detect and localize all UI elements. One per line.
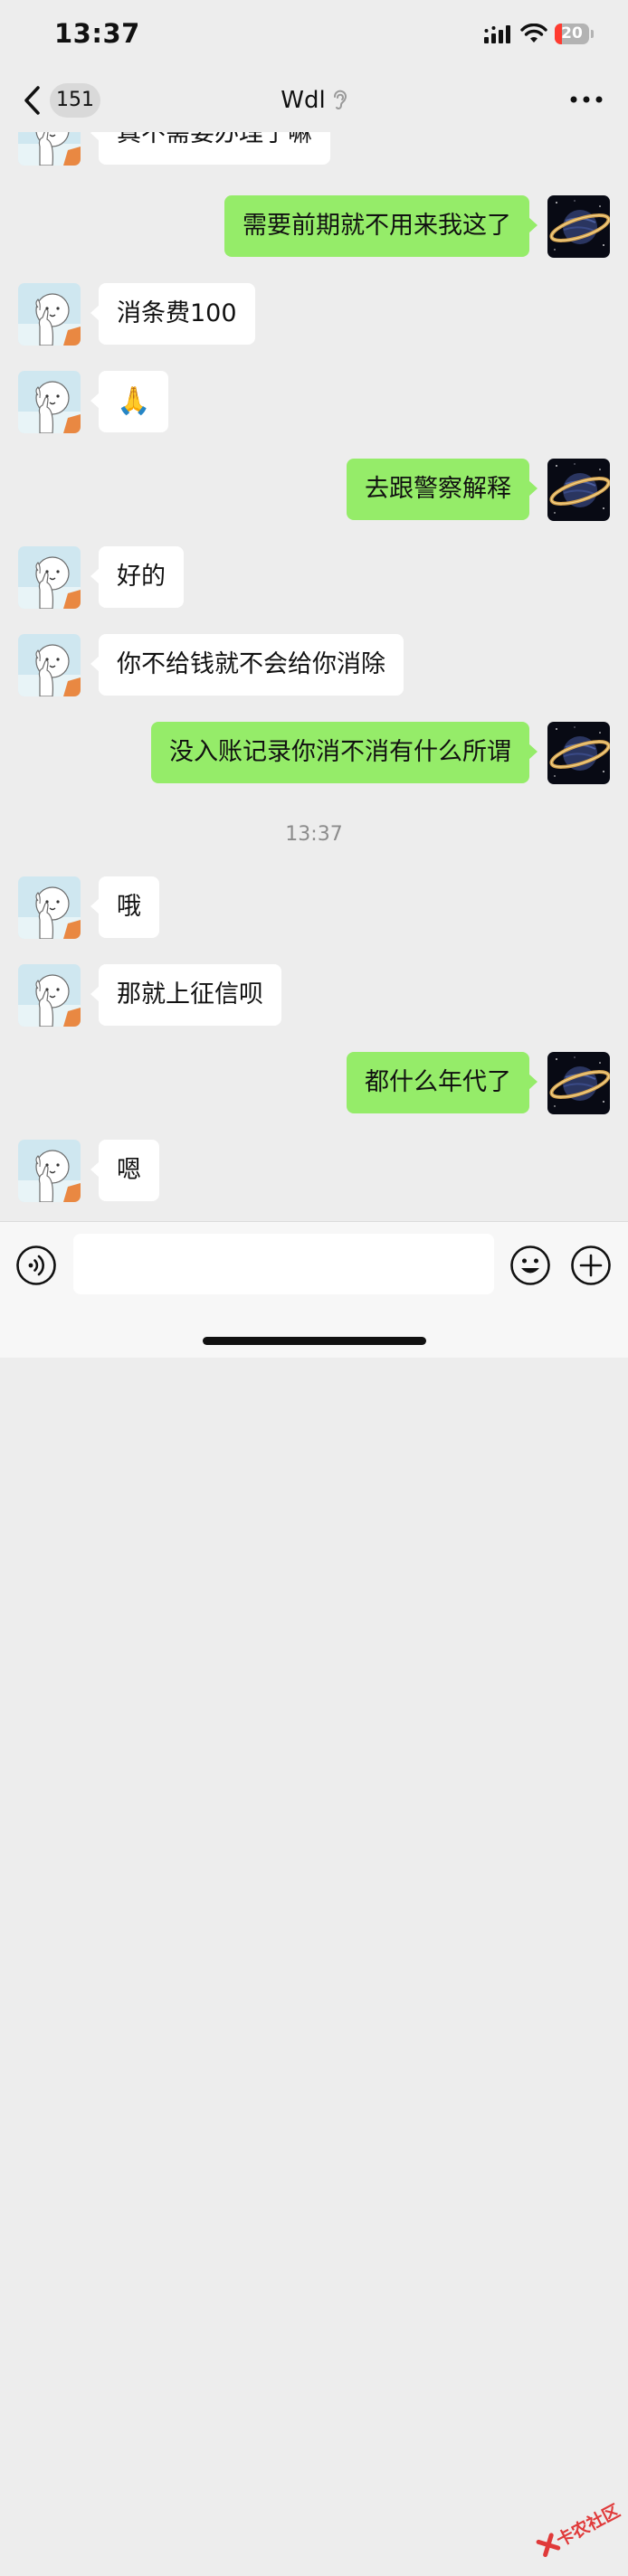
incoming-message-bubble[interactable]: 那就上征信呗 (90, 964, 281, 1026)
incoming-message-bubble[interactable]: 嗯 (90, 1140, 159, 1201)
ear-icon (333, 90, 347, 109)
message-row: 消条费100 (0, 283, 628, 346)
contact-avatar[interactable] (18, 634, 81, 696)
message-text: 都什么年代了 (365, 1068, 511, 1096)
my-avatar[interactable] (547, 1052, 610, 1114)
message-row: 去跟警察解释 (0, 459, 628, 522)
message-text: 需要前期就不用来我这了 (243, 212, 511, 240)
contact-avatar[interactable] (18, 283, 81, 346)
watermark-logo: 卡农社区 (528, 2487, 628, 2576)
message-row: 好的 (0, 546, 628, 610)
outgoing-message-bubble[interactable]: 没入账记录你消不消有什么所谓 (151, 722, 538, 783)
plus-circle-icon[interactable] (570, 1245, 612, 1286)
contact-avatar[interactable] (18, 964, 81, 1027)
my-avatar[interactable] (547, 195, 610, 258)
status-time: 13:37 (54, 18, 140, 49)
chat-title: Wdl (281, 87, 326, 114)
more-dots-icon[interactable] (568, 85, 604, 114)
my-avatar[interactable] (547, 459, 610, 521)
message-row: 你不给钱就不会给你消除 (0, 634, 628, 697)
chevron-left-icon[interactable] (22, 85, 43, 116)
watermark-text: 卡农社区 (553, 2500, 623, 2552)
message-row: 真不需要办理了嘛 (0, 132, 628, 166)
incoming-message-bubble[interactable]: 真不需要办理了嘛 (90, 132, 330, 165)
incoming-message-bubble[interactable]: 好的 (90, 546, 184, 608)
message-row: 嗯 (0, 1140, 628, 1203)
voice-icon[interactable] (15, 1245, 57, 1286)
outgoing-message-bubble[interactable]: 都什么年代了 (347, 1052, 538, 1113)
my-avatar[interactable] (547, 722, 610, 784)
message-emoji: 🙏 (117, 385, 151, 417)
incoming-message-bubble[interactable]: 你不给钱就不会给你消除 (90, 634, 404, 696)
battery-body: 20 (555, 24, 589, 44)
contact-avatar[interactable] (18, 1140, 81, 1202)
message-list[interactable]: 13:37 真不需要办理了嘛 需要前期就不用来我这了 消条费100 🙏 去跟警察… (0, 132, 628, 1221)
contact-avatar[interactable] (18, 546, 81, 609)
contact-avatar[interactable] (18, 132, 81, 166)
home-indicator (203, 1337, 426, 1345)
message-text: 真不需要办理了嘛 (117, 132, 312, 147)
message-timestamp: 13:37 (285, 823, 343, 846)
incoming-message-bubble[interactable]: 哦 (90, 876, 159, 938)
message-row: 哦 (0, 876, 628, 940)
battery-indicator: 20 (555, 24, 595, 44)
battery-cap (591, 30, 594, 38)
outgoing-message-bubble[interactable]: 去跟警察解释 (347, 459, 538, 520)
message-text: 去跟警察解释 (365, 475, 511, 503)
message-row: 没入账记录你消不消有什么所谓 (0, 722, 628, 785)
incoming-message-bubble[interactable]: 消条费100 (90, 283, 255, 345)
message-row: 那就上征信呗 (0, 964, 628, 1028)
message-text: 没入账记录你消不消有什么所谓 (169, 738, 511, 766)
message-text: 哦 (117, 893, 141, 921)
message-row: 都什么年代了 (0, 1052, 628, 1115)
emoji-face-icon[interactable] (509, 1245, 551, 1286)
incoming-message-bubble[interactable]: 🙏 (90, 371, 169, 432)
message-text: 你不给钱就不会给你消除 (117, 650, 385, 678)
message-text: 好的 (117, 563, 166, 591)
contact-avatar[interactable] (18, 876, 81, 939)
message-text: 那就上征信呗 (117, 980, 263, 1009)
battery-percent: 20 (561, 24, 583, 43)
message-text: 消条费100 (117, 299, 237, 327)
contact-avatar[interactable] (18, 371, 81, 433)
unread-count-badge[interactable]: 151 (50, 83, 100, 118)
cellular-signal-icon (484, 25, 510, 43)
message-text: 嗯 (117, 1156, 141, 1184)
message-row: 🙏 (0, 371, 628, 434)
outgoing-message-bubble[interactable]: 需要前期就不用来我这了 (224, 195, 538, 257)
message-text-input[interactable] (73, 1234, 494, 1294)
chat-title-group[interactable]: Wdl (281, 72, 347, 128)
chat-nav-bar: 151 Wdl (0, 72, 628, 132)
status-bar: 13:37 20 (0, 0, 628, 72)
message-row: 需要前期就不用来我这了 (0, 195, 628, 259)
wifi-icon (520, 24, 547, 43)
